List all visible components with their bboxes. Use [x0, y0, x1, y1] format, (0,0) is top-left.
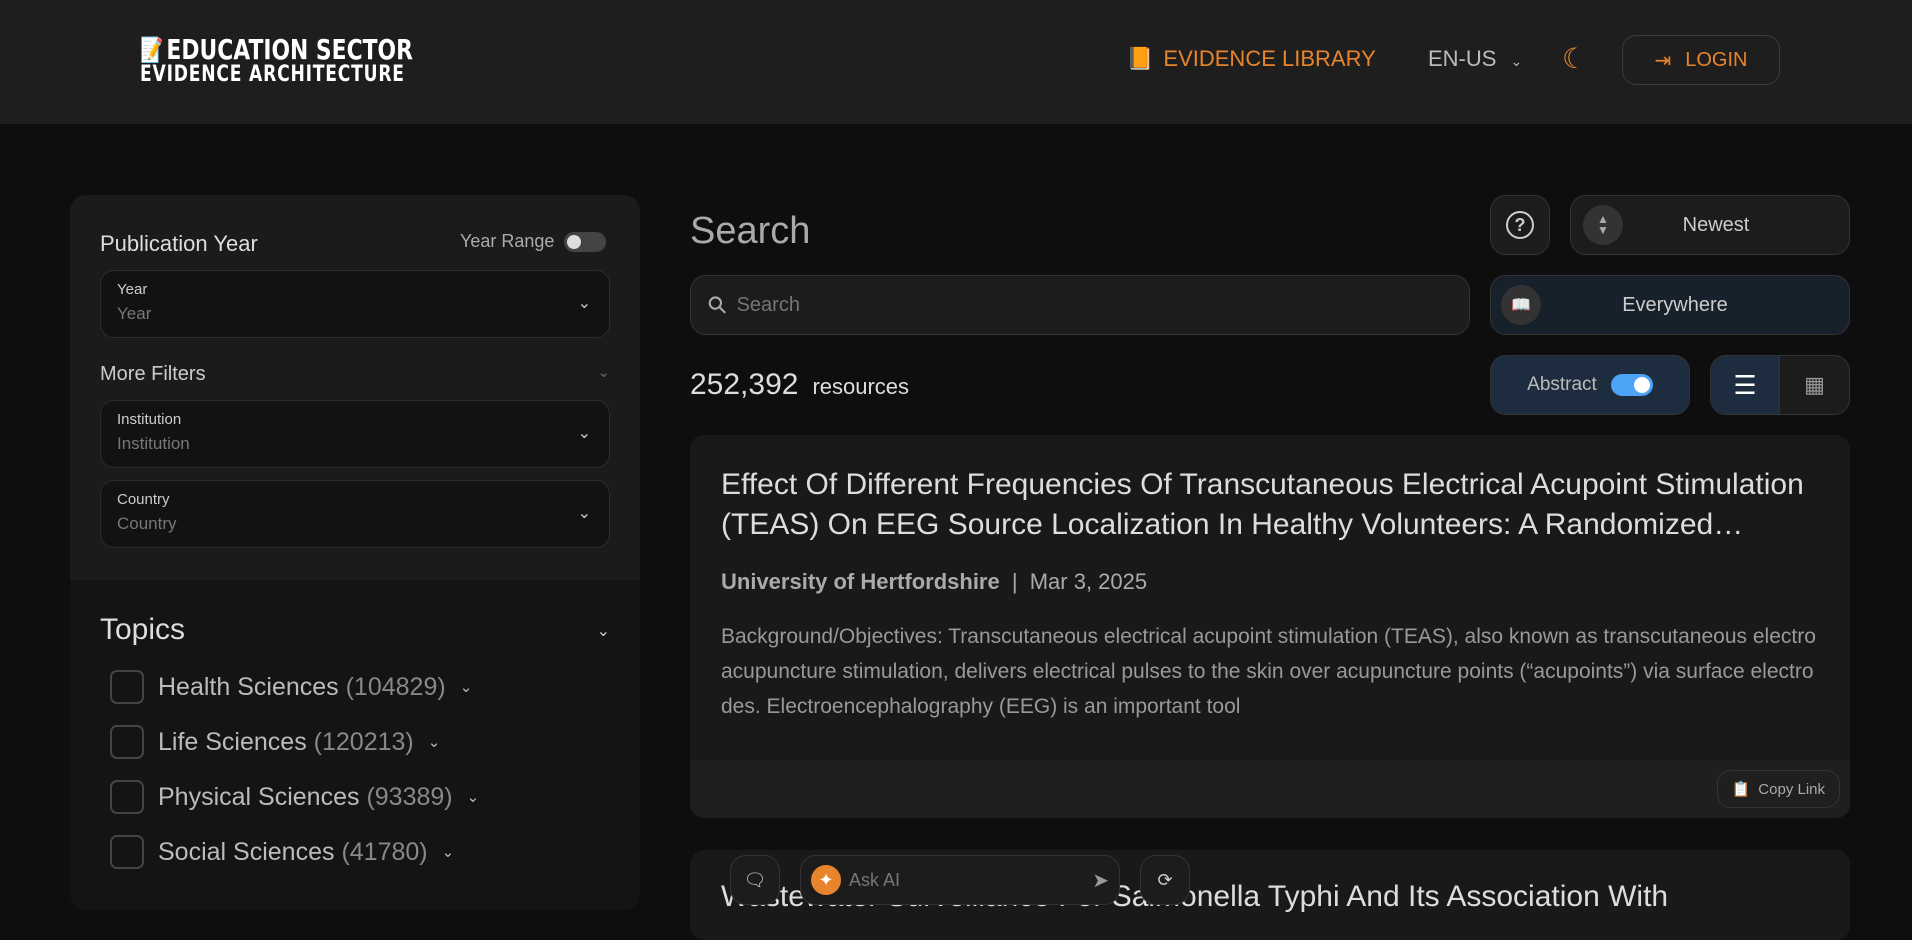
chevron-down-icon[interactable]: ⌄ [460, 678, 473, 696]
topics-header[interactable]: Topics ⌄ [100, 613, 610, 647]
result-meta: University of Hertfordshire | Mar 3, 202… [721, 569, 1148, 594]
checkbox[interactable] [110, 725, 144, 759]
chevron-down-icon: ⌄ [577, 425, 591, 442]
send-icon[interactable]: ➤ [1092, 868, 1109, 893]
sort-select[interactable]: ▲ ▼ Newest [1570, 195, 1850, 255]
card-footer: 📋 Copy Link [690, 760, 1850, 818]
topic-item[interactable]: Health Sciences (104829) ⌄ [110, 670, 472, 704]
login-button[interactable]: ⇥ LOGIN [1622, 35, 1780, 85]
year-select[interactable]: Year Year ⌄ [100, 270, 610, 338]
topic-item[interactable]: Physical Sciences (93389) ⌄ [110, 780, 479, 814]
topic-item[interactable]: Social Sciences (41780) ⌄ [110, 835, 454, 869]
nav-evidence-library[interactable]: 📙 EVIDENCE LIBRARY [1126, 46, 1376, 72]
ask-ai-input[interactable]: ✦ Ask AI ➤ [800, 855, 1120, 905]
moon-icon[interactable]: ☾ [1562, 42, 1587, 75]
publication-year-label: Publication Year [100, 231, 258, 256]
view-toggle: ☰ ▦ [1710, 355, 1850, 415]
more-filters-toggle[interactable]: More Filters ⌄ [100, 363, 610, 386]
book-search-icon: 📖 [1501, 285, 1541, 325]
chevron-down-icon: ⌄ [597, 364, 610, 381]
refresh-icon: ⟳ [1157, 869, 1173, 890]
search-input[interactable]: ⚲ [690, 275, 1470, 335]
country-select[interactable]: Country Country ⌄ [100, 480, 610, 548]
question-circle-icon: ? [1506, 211, 1534, 239]
toggle-switch[interactable] [1610, 374, 1653, 396]
clipboard-icon: 📋 [1731, 781, 1751, 798]
chevron-down-icon: ⌄ [577, 505, 591, 522]
result-card[interactable]: Effect Of Different Frequencies Of Trans… [690, 435, 1850, 818]
grid-view-icon[interactable]: ▦ [1780, 356, 1849, 414]
toggle-switch[interactable] [564, 231, 607, 252]
refresh-button[interactable]: ⟳ [1140, 855, 1190, 905]
search-icon: ⚲ [702, 289, 734, 321]
chevron-down-icon[interactable]: ⌄ [442, 843, 455, 861]
filters-sidebar: Publication Year Year Range Year Year ⌄ Mo… [70, 195, 640, 910]
logo-pencil-icon: 📝 [140, 36, 164, 64]
copy-link-button[interactable]: 📋 Copy Link [1716, 770, 1840, 808]
abstract-toggle[interactable]: Abstract [1490, 355, 1690, 415]
language-select[interactable]: EN-US ⌄ [1428, 46, 1522, 72]
checkbox[interactable] [110, 835, 144, 869]
chat-button[interactable]: 🗨 [730, 855, 780, 905]
search-field[interactable] [736, 293, 1437, 317]
login-icon: ⇥ [1654, 49, 1672, 72]
checkbox[interactable] [110, 780, 144, 814]
help-button[interactable]: ? [1490, 195, 1550, 255]
topic-item[interactable]: Life Sciences (120213) ⌄ [110, 725, 440, 759]
year-range-toggle[interactable]: Year Range [460, 231, 607, 252]
chevron-down-icon: ⌄ [577, 295, 591, 312]
institution-select[interactable]: Institution Institution ⌄ [100, 400, 610, 468]
top-header: 📝 EDUCATION SECTOR EVIDENCE ARCHITECTURE … [0, 0, 1912, 124]
checkbox[interactable] [110, 670, 144, 704]
logo[interactable]: 📝 EDUCATION SECTOR EVIDENCE ARCHITECTURE [140, 36, 413, 86]
result-title[interactable]: Effect Of Different Frequencies Of Trans… [721, 465, 1820, 545]
chevron-down-icon: ⌄ [1510, 53, 1523, 69]
result-abstract: Background/Objectives: Transcutaneous el… [721, 625, 1816, 718]
sort-icon: ▲ ▼ [1583, 205, 1623, 245]
scope-select[interactable]: 📖 Everywhere [1490, 275, 1850, 335]
result-count: 252,392 resources [690, 368, 910, 401]
sparkle-icon: ✦ [811, 865, 841, 895]
chevron-down-icon[interactable]: ⌄ [467, 788, 480, 806]
page-title: Search [690, 210, 811, 252]
chat-bubble-icon: 🗨 [743, 869, 767, 890]
list-view-icon[interactable]: ☰ [1711, 356, 1780, 414]
chevron-down-icon: ⌄ [596, 623, 610, 640]
chevron-down-icon[interactable]: ⌄ [428, 733, 441, 751]
book-icon: 📙 [1126, 46, 1154, 71]
